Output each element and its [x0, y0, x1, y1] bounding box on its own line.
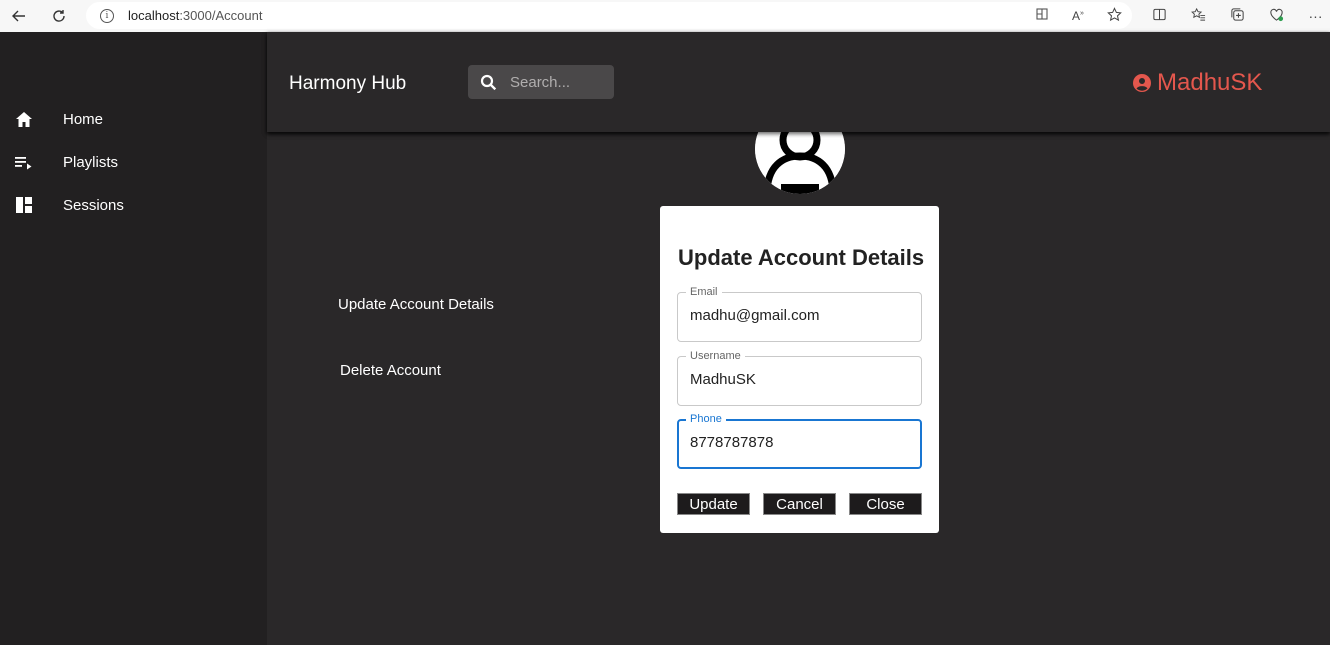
- username-input[interactable]: [690, 371, 910, 388]
- phone-label: Phone: [686, 412, 726, 426]
- site-info-icon[interactable]: i: [100, 8, 114, 23]
- email-field[interactable]: Email: [677, 285, 922, 342]
- search-icon: [478, 72, 498, 92]
- username-field[interactable]: Username: [677, 349, 922, 406]
- sidebar-item-sessions[interactable]: Sessions: [0, 190, 267, 220]
- phone-input[interactable]: [690, 434, 910, 451]
- back-arrow-icon[interactable]: [7, 4, 31, 28]
- sidebar-item-playlists[interactable]: Playlists: [0, 147, 267, 177]
- browser-essentials-icon[interactable]: [1257, 7, 1296, 25]
- favorites-icon[interactable]: [1179, 7, 1218, 25]
- dialog-title: Update Account Details: [678, 245, 925, 270]
- close-button[interactable]: Close: [849, 493, 922, 515]
- more-options-icon[interactable]: ···: [1296, 8, 1330, 24]
- collections-icon[interactable]: [1218, 7, 1257, 25]
- address-bar[interactable]: i localhost:3000/Account A»: [86, 2, 1132, 29]
- app-available-icon[interactable]: [1024, 7, 1060, 24]
- favorite-star-icon[interactable]: [1096, 6, 1132, 25]
- email-input[interactable]: [690, 307, 910, 324]
- url-text[interactable]: localhost:3000/Account: [128, 8, 262, 23]
- update-account-dialog: Update Account Details Email Username Ph…: [660, 206, 939, 533]
- search-input[interactable]: [510, 73, 610, 91]
- url-path: :3000/Account: [179, 8, 263, 23]
- email-label: Email: [686, 285, 722, 299]
- dashboard-icon: [14, 195, 34, 215]
- brand-title-overlay[interactable]: Harmony Hub: [289, 73, 406, 95]
- sidebar-item-home[interactable]: Home: [0, 104, 267, 134]
- update-button[interactable]: Update: [677, 493, 750, 515]
- cancel-button[interactable]: Cancel: [763, 493, 836, 515]
- phone-field[interactable]: Phone: [677, 412, 922, 469]
- read-aloud-icon[interactable]: A»: [1060, 9, 1096, 23]
- sidebar: Home Playlists Sessions: [0, 32, 267, 645]
- split-screen-icon[interactable]: [1140, 7, 1179, 25]
- search-box-overlay[interactable]: [468, 65, 614, 99]
- update-account-link[interactable]: Update Account Details: [338, 296, 494, 313]
- url-host: localhost: [128, 8, 180, 23]
- user-profile-overlay[interactable]: MadhuSK: [1133, 69, 1262, 97]
- browser-toolbar: i localhost:3000/Account A» ···: [0, 0, 1330, 32]
- delete-account-link[interactable]: Delete Account: [340, 362, 441, 379]
- home-icon: [14, 109, 34, 129]
- username-label: Username: [686, 349, 745, 363]
- sidebar-item-label: Sessions: [63, 196, 124, 214]
- sidebar-item-label: Playlists: [63, 153, 119, 171]
- playlist-icon: [14, 152, 34, 172]
- username-label: MadhuSK: [1157, 69, 1263, 96]
- refresh-icon[interactable]: [47, 4, 71, 28]
- sidebar-item-label: Home: [63, 110, 104, 128]
- user-circle-icon: [1133, 74, 1151, 92]
